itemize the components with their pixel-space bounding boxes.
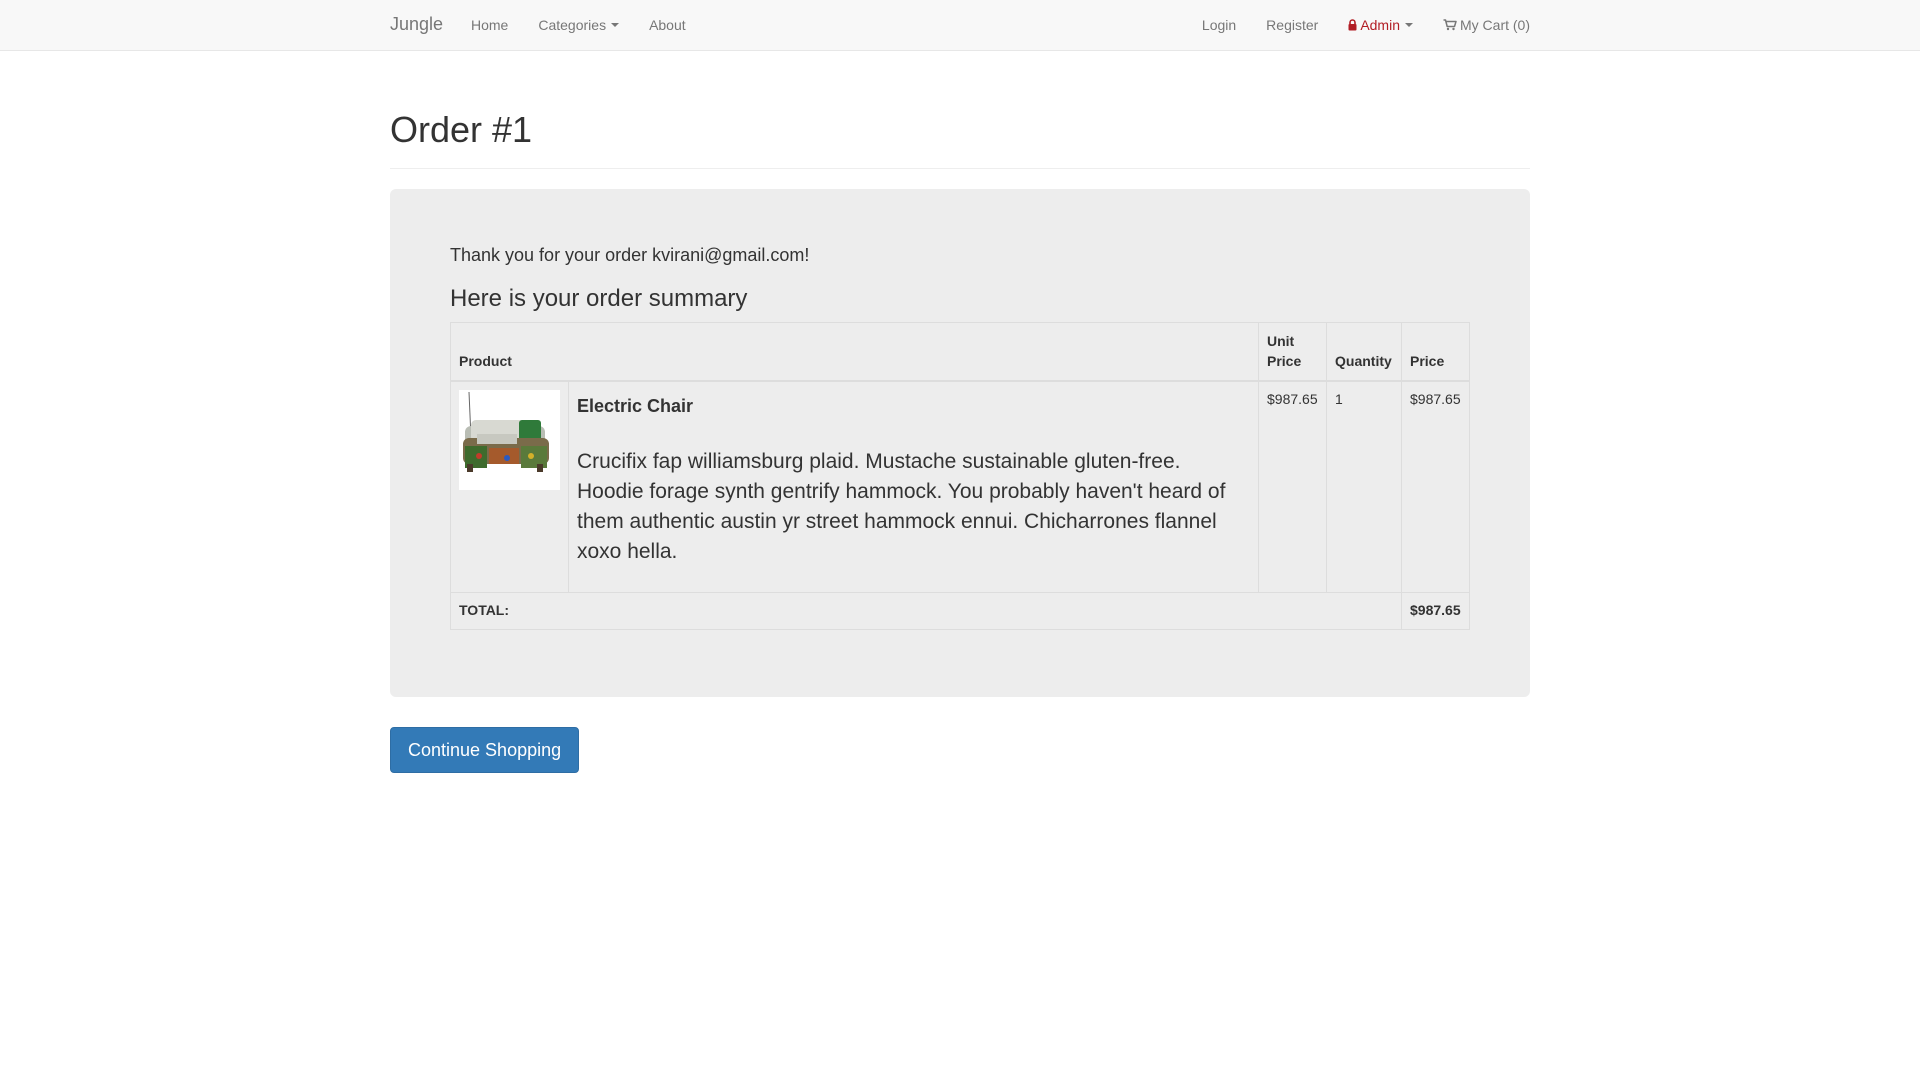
nav-about-link[interactable]: About xyxy=(634,0,701,50)
unit-price-cell: $987.65 xyxy=(1258,380,1327,593)
electric-chair-product-image xyxy=(459,389,560,490)
nav-categories-dropdown[interactable]: Categories xyxy=(523,0,634,50)
price-column-header: Price xyxy=(1401,322,1470,382)
brand-link[interactable]: Jungle xyxy=(390,14,443,35)
nav-right-links: Login Register Admin My Cart (0) xyxy=(1187,0,1530,50)
unit-price-header-line1: Unit xyxy=(1267,332,1295,349)
quantity-column-header: Quantity xyxy=(1326,322,1402,382)
nav-categories-label: Categories xyxy=(538,17,607,33)
cart-icon xyxy=(1443,19,1457,31)
nav-register-label: Register xyxy=(1266,17,1319,33)
caret-down-icon xyxy=(611,23,620,27)
order-summary-heading: Here is your order summary xyxy=(450,285,748,312)
product-details-cell: Electric Chair Crucifix fap williamsburg… xyxy=(568,380,1259,593)
page-title: Order #1 xyxy=(390,109,533,150)
product-image-cell xyxy=(450,380,569,593)
nav-home-label: Home xyxy=(471,17,509,33)
price-cell: $987.65 xyxy=(1401,380,1470,593)
navbar-container: Jungle Home Categories About Login Regis… xyxy=(390,0,1530,50)
total-value: $987.65 xyxy=(1401,592,1470,630)
nav-cart-label: My Cart (0) xyxy=(1460,17,1530,33)
unit-price-header-line2: Price xyxy=(1267,352,1302,369)
nav-about-label: About xyxy=(649,17,686,33)
caret-down-icon xyxy=(1405,23,1413,27)
nav-admin-label: Admin xyxy=(1360,17,1400,33)
nav-register-link[interactable]: Register xyxy=(1251,0,1333,50)
nav-admin-dropdown[interactable]: Admin xyxy=(1333,0,1428,50)
lock-icon xyxy=(1348,19,1357,31)
thank-you-message: Thank you for your order kvirani@gmail.c… xyxy=(450,245,810,265)
table-header-row: Product Unit Price Quantity Price xyxy=(450,322,1470,382)
table-row: Electric Chair Crucifix fap williamsburg… xyxy=(450,380,1470,593)
order-table: Product Unit Price Quantity Price Electr… xyxy=(450,322,1470,630)
nav-home-link[interactable]: Home xyxy=(456,0,523,50)
unit-price-column-header: Unit Price xyxy=(1258,322,1327,382)
nav-left-links: Home Categories About xyxy=(456,0,701,50)
nav-cart-link[interactable]: My Cart (0) xyxy=(1428,0,1530,50)
continue-shopping-button[interactable]: Continue Shopping xyxy=(390,727,580,773)
nav-login-label: Login xyxy=(1201,17,1237,33)
product-column-header: Product xyxy=(450,322,1259,382)
total-label: TOTAL: xyxy=(450,592,1402,630)
quantity-cell: 1 xyxy=(1326,380,1402,593)
product-name[interactable]: Electric Chair xyxy=(577,394,1250,420)
order-summary-panel: Thank you for your order kvirani@gmail.c… xyxy=(390,189,1530,697)
total-row: TOTAL: $987.65 xyxy=(450,592,1470,630)
top-navbar: Jungle Home Categories About Login Regis… xyxy=(0,0,1920,51)
product-description: Crucifix fap williamsburg plaid. Mustach… xyxy=(577,450,1226,564)
nav-login-link[interactable]: Login xyxy=(1187,0,1251,50)
page-header: Order #1 xyxy=(390,100,1530,169)
